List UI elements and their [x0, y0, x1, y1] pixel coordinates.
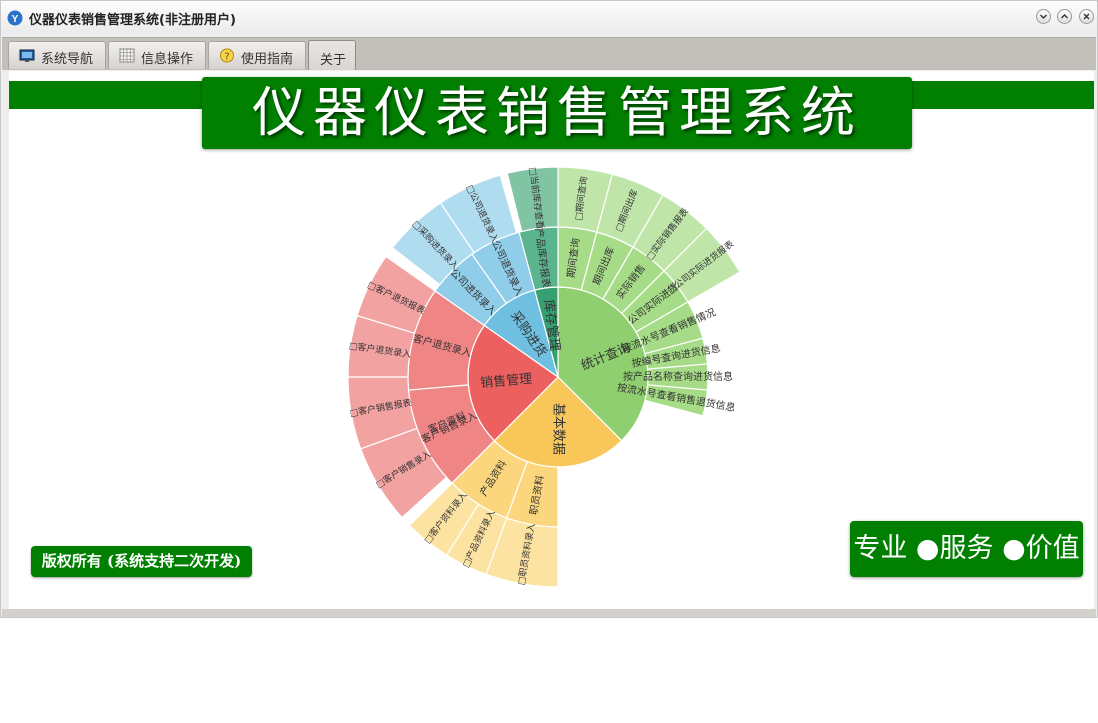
tab-info-operation[interactable]: 信息操作: [108, 41, 206, 69]
about-panel: 统计查询 期间查询 期间出库 实际销售 公司实际进货 按流水号查看销售情况 按编号查询进货信…: [9, 71, 1094, 609]
minimize-icon: [1040, 14, 1047, 19]
tab-user-guide[interactable]: ? 使用指南: [208, 41, 306, 69]
slogan-badge: 专业 ●服务 ●价值: [850, 521, 1083, 577]
sunburst-category-label: 基本数据: [551, 403, 566, 455]
window-title: 仪器仪表销售管理系统(非注册用户): [29, 13, 236, 28]
app-logo-icon: Y: [7, 10, 23, 26]
tab-label: 系统导航: [41, 52, 94, 67]
title-bar[interactable]: Y 仪器仪表销售管理系统(非注册用户): [1, 1, 1097, 34]
tab-label: 信息操作: [141, 52, 194, 67]
grid-icon: [119, 48, 135, 63]
close-button[interactable]: [1079, 9, 1094, 24]
bottom-strip: [2, 609, 1096, 617]
tab-system-navigation[interactable]: 系统导航: [8, 41, 106, 69]
maximize-icon: [1061, 14, 1068, 19]
maximize-button[interactable]: [1057, 9, 1072, 24]
lightbulb-icon: ?: [220, 48, 234, 63]
monitor-icon: [19, 49, 35, 62]
copyright-badge: 版权所有 (系统支持二次开发): [31, 546, 252, 577]
svg-text:Y: Y: [12, 14, 19, 25]
banner: 仪器仪表销售管理系统: [202, 77, 912, 149]
banner-title: 仪器仪表销售管理系统: [252, 81, 862, 144]
minimize-button[interactable]: [1036, 9, 1051, 24]
app-window: Y 仪器仪表销售管理系统(非注册用户) 系统导航 信息操作 ? 使用指南 关于 …: [0, 0, 1098, 618]
sunburst-module-label: 按产品名称查询进货信息: [623, 370, 733, 383]
close-icon: [1083, 13, 1090, 20]
tab-label: 使用指南: [241, 52, 294, 67]
tab-label: 关于: [320, 53, 347, 68]
tab-strip: 系统导航 信息操作 ? 使用指南 关于: [2, 37, 1096, 70]
tab-about[interactable]: 关于: [308, 40, 356, 70]
svg-text:?: ?: [224, 52, 229, 63]
